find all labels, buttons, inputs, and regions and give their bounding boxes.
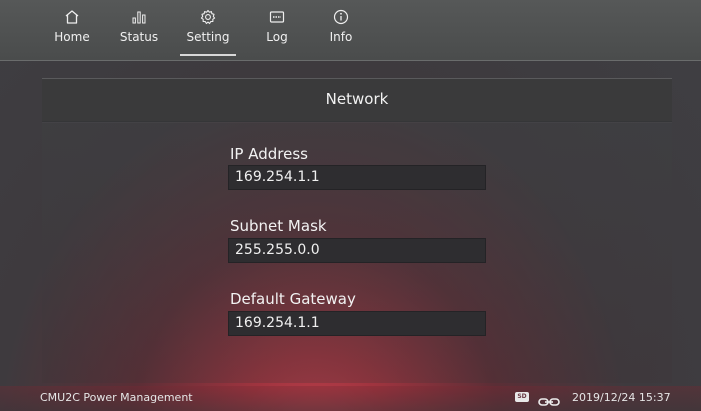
ip-address-label: IP Address [230, 145, 308, 163]
nav-info-label: Info [329, 30, 353, 44]
link-icon [538, 392, 560, 411]
gear-icon [180, 8, 236, 26]
subnet-mask-value: 255.255.0.0 [235, 242, 320, 258]
default-gateway-field[interactable]: 169.254.1.1 [228, 311, 486, 336]
nav-setting[interactable]: Setting [180, 8, 236, 56]
nav-log[interactable]: Log [257, 8, 297, 56]
nav-setting-label: Setting [186, 30, 230, 44]
nav-home[interactable]: Home [50, 8, 94, 56]
panel-title: Network [325, 90, 389, 108]
subnet-mask-label: Subnet Mask [230, 217, 327, 235]
active-tab-indicator [180, 54, 236, 56]
datetime: 2019/12/24 15:37 [572, 391, 671, 404]
ip-address-value: 169.254.1.1 [235, 169, 320, 185]
device-screen: Home Status Setting Log Info Network IP … [0, 0, 701, 411]
status-bar: CMU2C Power Management SD 2019/12/24 15:… [0, 386, 701, 411]
home-icon [50, 8, 94, 26]
info-icon [317, 8, 365, 26]
app-name: CMU2C Power Management [40, 391, 193, 404]
bar-chart-icon [115, 8, 163, 26]
sd-card-label: SD [517, 393, 527, 400]
nav-log-label: Log [266, 30, 288, 44]
subnet-mask-field[interactable]: 255.255.0.0 [228, 238, 486, 263]
top-nav-bar: Home Status Setting Log Info [0, 0, 701, 61]
sd-card-icon: SD [515, 392, 529, 402]
nav-home-label: Home [54, 30, 90, 44]
nav-status-label: Status [119, 30, 159, 44]
default-gateway-value: 169.254.1.1 [235, 315, 320, 331]
network-panel-header: Network [42, 78, 672, 122]
nav-status[interactable]: Status [115, 8, 163, 56]
default-gateway-label: Default Gateway [230, 290, 356, 308]
ip-address-field[interactable]: 169.254.1.1 [228, 165, 486, 190]
log-icon [257, 8, 297, 26]
nav-info[interactable]: Info [317, 8, 365, 56]
